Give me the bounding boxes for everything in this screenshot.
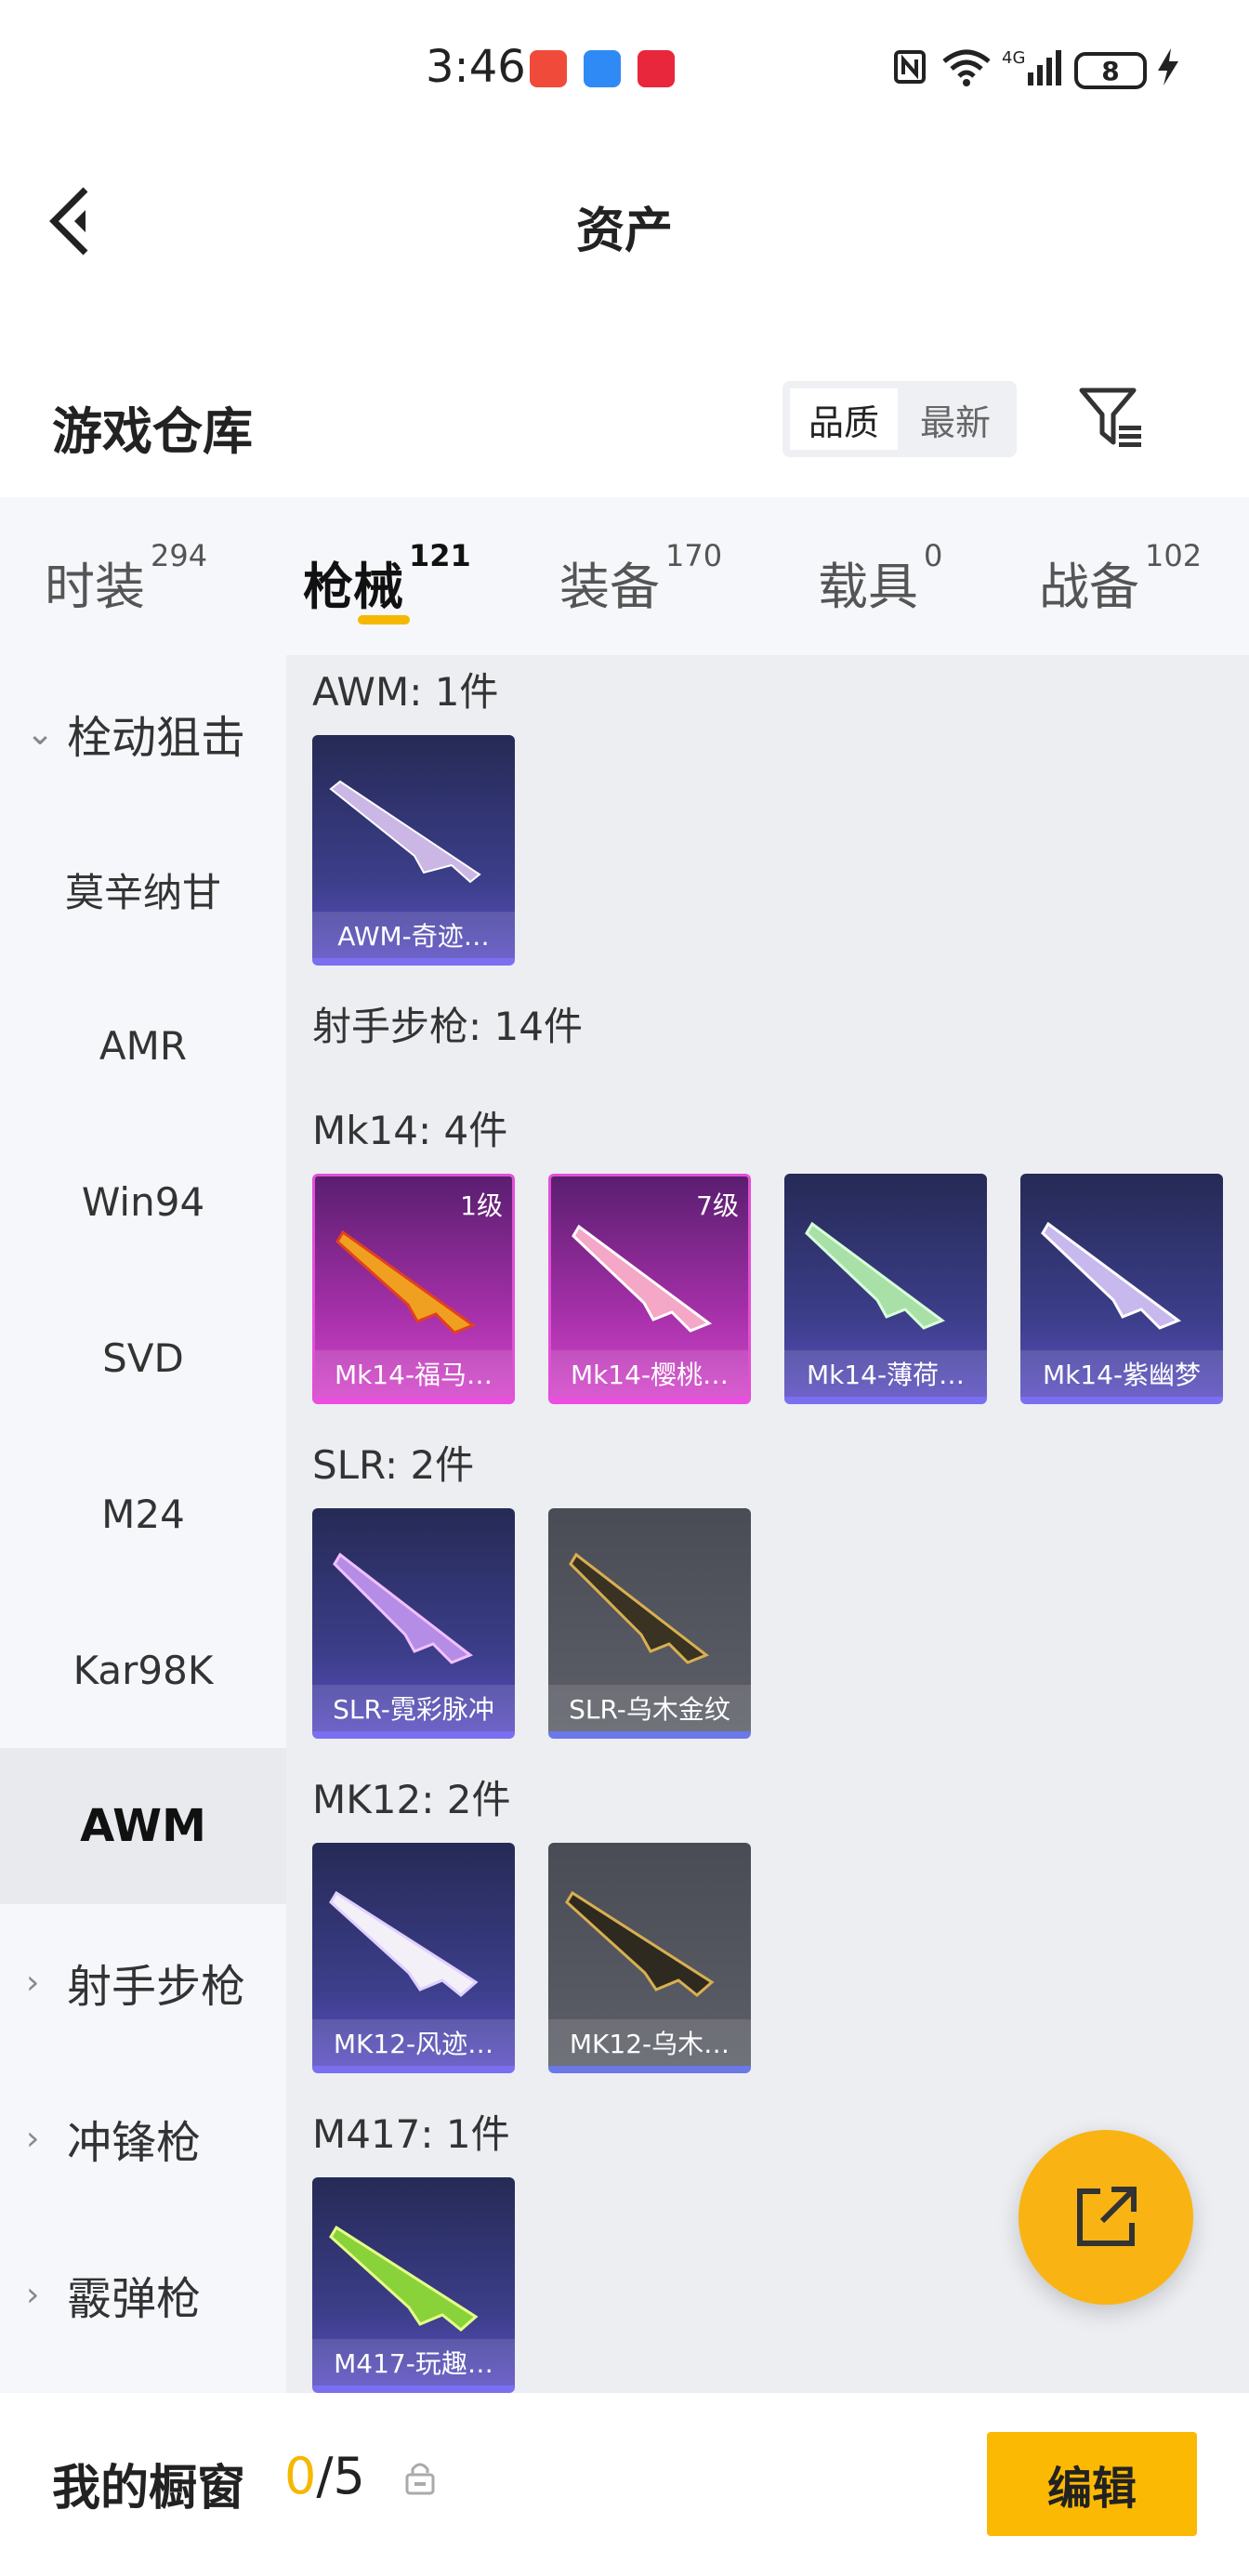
navigation-bar: 资产 bbox=[0, 158, 1249, 279]
weapon-card[interactable]: Mk14-紫幽梦 bbox=[1020, 1174, 1223, 1404]
sort-toggle: 品质 最新 bbox=[782, 381, 1017, 457]
sidebar-group-label: 栓动狙击 bbox=[67, 712, 246, 764]
sort-newest-button[interactable]: 最新 bbox=[901, 388, 1009, 450]
weapon-card[interactable]: SLR-霓彩脉冲 bbox=[312, 1508, 515, 1739]
weapon-card-name: Mk14-福马… bbox=[315, 1350, 512, 1397]
weapon-card[interactable]: 7级 Mk14-樱桃… bbox=[548, 1174, 751, 1404]
weapon-card-name: Mk14-紫幽梦 bbox=[1020, 1350, 1223, 1397]
weapon-card[interactable]: M417-玩趣… bbox=[312, 2177, 515, 2393]
section-title-mk12: MK12: 2件 bbox=[312, 1777, 511, 1822]
nfc-icon bbox=[892, 46, 929, 87]
sidebar-group-marksman[interactable]: › 射手步枪 bbox=[0, 1904, 286, 2060]
rifle-image bbox=[572, 1224, 713, 1333]
notification-app-icon bbox=[530, 50, 567, 87]
chevron-right-icon: › bbox=[26, 1963, 40, 2002]
notification-app-icon bbox=[638, 50, 675, 87]
rifle-image bbox=[805, 1221, 946, 1330]
weapon-card-name: M417-玩趣… bbox=[312, 2339, 515, 2385]
share-external-icon bbox=[1077, 2187, 1137, 2246]
sidebar-group-smg[interactable]: › 冲锋枪 bbox=[0, 2060, 286, 2216]
sidebar-group-label: 冲锋枪 bbox=[67, 2117, 202, 2169]
page-title: 资产 bbox=[575, 204, 673, 259]
weapon-card-name: Mk14-樱桃… bbox=[551, 1350, 748, 1397]
showcase-count: 0/5 bbox=[284, 2447, 365, 2505]
rifle-image bbox=[329, 2225, 479, 2332]
showcase-count-total: /5 bbox=[316, 2447, 365, 2505]
weapon-card[interactable]: AWM-奇迹… bbox=[312, 735, 515, 966]
sidebar-item-mosin[interactable]: 莫辛纳甘 bbox=[0, 811, 286, 967]
category-tabs: 时装294 枪械121 装备170 载具0 战备102 bbox=[0, 497, 1249, 655]
tab-firearms[interactable]: 枪械121 bbox=[303, 538, 471, 619]
section-heading: 游戏仓库 bbox=[52, 402, 253, 461]
notification-app-icon bbox=[584, 50, 621, 87]
tab-equipment[interactable]: 装备170 bbox=[559, 538, 722, 619]
section-title-slr: SLR: 2件 bbox=[312, 1442, 475, 1488]
section-title-mk14: Mk14: 4件 bbox=[312, 1108, 508, 1153]
battery-indicator: 8 bbox=[1074, 52, 1147, 89]
sidebar-item-kar98k[interactable]: Kar98K bbox=[0, 1592, 286, 1748]
status-bar: 3:46 4G 8 bbox=[0, 0, 1249, 139]
svg-text:4G: 4G bbox=[1002, 48, 1025, 68]
showcase-label: 我的橱窗 bbox=[52, 2461, 246, 2517]
section-title-marksman: 射手步枪: 14件 bbox=[312, 1004, 583, 1049]
active-tab-indicator bbox=[358, 615, 410, 624]
tab-supplies[interactable]: 战备102 bbox=[1039, 538, 1202, 619]
status-time: 3:46 bbox=[426, 41, 526, 93]
rifle-image bbox=[569, 1552, 709, 1664]
charging-icon bbox=[1156, 46, 1180, 87]
weapon-card-name: AWM-奇迹… bbox=[312, 912, 515, 958]
chevron-right-icon: › bbox=[26, 2119, 40, 2158]
edit-button[interactable]: 编辑 bbox=[987, 2432, 1197, 2536]
sidebar-group-label: 射手步枪 bbox=[67, 1961, 246, 2013]
weapon-card-name: MK12-风迹… bbox=[312, 2019, 515, 2066]
sidebar-item-win94[interactable]: Win94 bbox=[0, 1124, 286, 1280]
sidebar-group-shotgun[interactable]: › 霰弹枪 bbox=[0, 2216, 286, 2372]
showcase-bar: 我的橱窗 0/5 编辑 bbox=[0, 2393, 1249, 2576]
weapon-card[interactable]: SLR-乌木金纹 bbox=[548, 1508, 751, 1739]
share-button[interactable] bbox=[1019, 2130, 1193, 2305]
weapon-card[interactable]: MK12-风迹… bbox=[312, 1843, 515, 2073]
tab-vehicles[interactable]: 载具0 bbox=[818, 538, 942, 619]
sidebar-item-awm[interactable]: AWM bbox=[0, 1748, 286, 1904]
weapon-card[interactable]: MK12-乌木… bbox=[548, 1843, 751, 2073]
rifle-image bbox=[335, 1229, 477, 1334]
sidebar-group-label: 霰弹枪 bbox=[67, 2273, 202, 2325]
rifle-image bbox=[333, 1552, 473, 1664]
sidebar-item-amr[interactable]: AMR bbox=[0, 967, 286, 1124]
rifle-image bbox=[565, 1890, 715, 1997]
warehouse-header: 游戏仓库 品质 最新 bbox=[0, 372, 1249, 493]
rifle-image bbox=[329, 780, 481, 884]
signal-4g-icon: 4G bbox=[1002, 46, 1061, 87]
wifi-icon bbox=[940, 46, 993, 87]
weapon-card[interactable]: Mk14-薄荷… bbox=[784, 1174, 987, 1404]
weapon-card-name: SLR-乌木金纹 bbox=[548, 1685, 751, 1731]
rifle-image bbox=[1041, 1221, 1182, 1330]
weapon-card-name: MK12-乌木… bbox=[548, 2019, 751, 2066]
chevron-right-icon: › bbox=[26, 2275, 40, 2314]
weapon-card-name: Mk14-薄荷… bbox=[784, 1350, 987, 1397]
section-title-awm: AWM: 1件 bbox=[312, 669, 499, 715]
sidebar-item-m24[interactable]: M24 bbox=[0, 1436, 286, 1592]
showcase-count-current: 0 bbox=[284, 2447, 317, 2505]
chevron-down-icon: ⌄ bbox=[26, 714, 55, 753]
sidebar-item-svd[interactable]: SVD bbox=[0, 1280, 286, 1436]
lock-icon bbox=[403, 2460, 437, 2497]
weapon-card-name: SLR-霓彩脉冲 bbox=[312, 1685, 515, 1731]
section-title-m417: M417: 1件 bbox=[312, 2111, 510, 2157]
weapon-type-sidebar: ⌄ 栓动狙击 莫辛纳甘 AMR Win94 SVD M24 Kar98K AWM… bbox=[0, 655, 286, 2393]
sort-quality-button[interactable]: 品质 bbox=[790, 388, 898, 450]
tab-fashion[interactable]: 时装294 bbox=[45, 538, 207, 619]
rifle-image bbox=[329, 1890, 479, 1997]
weapon-card[interactable]: 1级 Mk14-福马… bbox=[312, 1174, 515, 1404]
sidebar-group-bolt-action[interactable]: ⌄ 栓动狙击 bbox=[0, 655, 286, 811]
filter-icon[interactable] bbox=[1078, 385, 1147, 450]
